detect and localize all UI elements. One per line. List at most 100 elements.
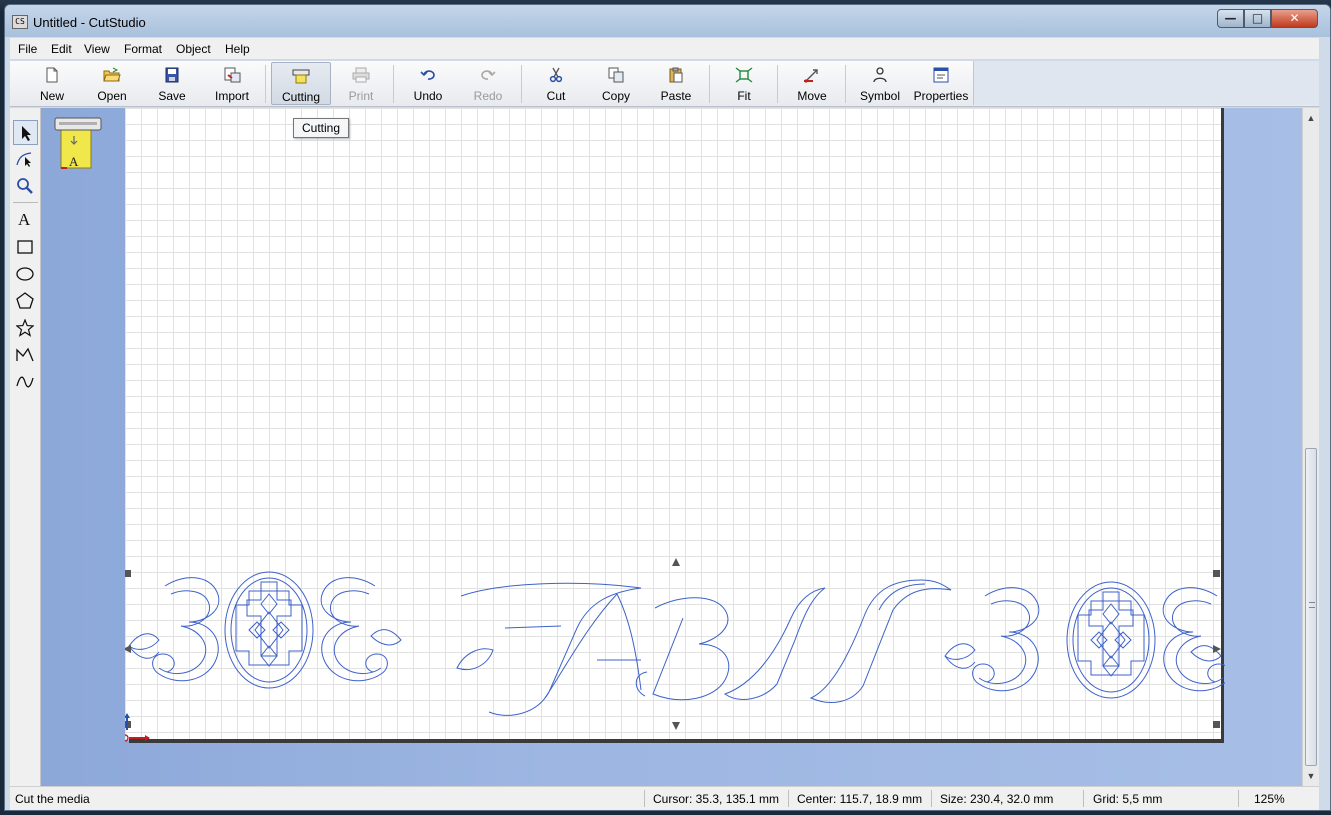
toolbar-separator [709, 65, 710, 103]
ellipse-tool[interactable] [13, 262, 38, 287]
save-disk-icon [165, 67, 179, 83]
menu-view[interactable]: View [84, 42, 110, 56]
new-button[interactable]: New [27, 62, 77, 105]
menu-help[interactable]: Help [225, 42, 250, 56]
window-title: Untitled - CutStudio [33, 15, 146, 30]
move-button[interactable]: Move [787, 62, 837, 105]
import-button[interactable]: Import [207, 62, 257, 105]
status-size: Size: 230.4, 32.0 mm [940, 792, 1054, 806]
import-icon [224, 67, 241, 83]
move-label: Move [797, 89, 827, 103]
scroll-down-arrow[interactable]: ▼ [1303, 768, 1319, 784]
curve-tool[interactable] [13, 370, 38, 395]
print-button[interactable]: Print [336, 62, 386, 105]
menu-format[interactable]: Format [124, 42, 162, 56]
polyline-icon [16, 347, 34, 362]
status-divider [931, 790, 932, 807]
open-label: Open [97, 89, 127, 103]
vertical-scrollbar[interactable]: ▲ ▼ [1302, 108, 1319, 786]
new-document-icon [46, 67, 58, 83]
left-ornament[interactable] [128, 571, 402, 689]
app-icon[interactable]: CS [12, 15, 28, 29]
menu-bar: File Edit View Format Object Help [10, 38, 1319, 60]
cut-button[interactable]: Cut [531, 62, 581, 105]
fit-button[interactable]: Fit [719, 62, 769, 105]
svg-text:A: A [69, 154, 79, 169]
curve-icon [16, 376, 34, 388]
right-ornament[interactable] [944, 581, 1225, 699]
cutter-icon [292, 69, 310, 84]
undo-icon [420, 70, 435, 80]
new-label: New [39, 89, 64, 103]
copy-button[interactable]: Copy [591, 62, 641, 105]
import-label: Import [214, 89, 249, 103]
status-divider [644, 790, 645, 807]
text-tool[interactable]: A [13, 208, 38, 233]
paste-button[interactable]: Paste [651, 62, 701, 105]
paste-icon [669, 67, 683, 83]
rectangle-tool[interactable] [13, 235, 38, 260]
redo-button[interactable]: Redo [463, 62, 513, 105]
toolbar-separator [845, 65, 846, 103]
magnifier-icon [17, 178, 33, 194]
symbol-icon [873, 67, 887, 83]
artwork-layer[interactable] [125, 108, 1225, 748]
redo-label: Redo [473, 89, 503, 103]
polygon-tool[interactable] [13, 289, 38, 314]
cutting-tooltip: Cutting [293, 118, 349, 138]
properties-label: Properties [913, 89, 969, 103]
print-label: Print [348, 89, 374, 103]
status-divider [788, 790, 789, 807]
status-bar: Cut the media Cursor: 35.3, 135.1 mm Cen… [10, 786, 1319, 810]
text-a-icon: A [18, 210, 31, 229]
undo-button[interactable]: Undo [403, 62, 453, 105]
properties-button[interactable]: Properties [911, 62, 971, 105]
title-bar[interactable]: CS Untitled - CutStudio — □ ✕ [5, 5, 1330, 37]
scroll-up-arrow[interactable]: ▲ [1303, 110, 1319, 126]
status-grid: Grid: 5,5 mm [1093, 792, 1163, 806]
cutting-label: Cutting [281, 90, 321, 104]
edit-points-tool[interactable] [13, 147, 38, 172]
redo-icon [481, 70, 496, 80]
status-message: Cut the media [15, 792, 90, 806]
app-window: CS Untitled - CutStudio — □ ✕ File Edit … [4, 4, 1331, 811]
move-icon [804, 69, 818, 83]
save-button[interactable]: Save [147, 62, 197, 105]
copy-label: Copy [601, 89, 630, 103]
status-divider [1238, 790, 1239, 807]
scroll-grip-icon [1309, 602, 1315, 608]
menu-edit[interactable]: Edit [51, 42, 72, 56]
cutting-button[interactable]: Cutting [271, 62, 331, 105]
status-cursor: Cursor: 35.3, 135.1 mm [653, 792, 780, 806]
close-button[interactable]: ✕ [1271, 9, 1318, 28]
toolbox-separator [13, 202, 38, 203]
star-tool[interactable] [13, 316, 38, 341]
paste-label: Paste [660, 89, 692, 103]
rectangle-icon [17, 240, 33, 254]
symbol-button[interactable]: Symbol [853, 62, 907, 105]
undo-label: Undo [413, 89, 443, 103]
menu-file[interactable]: File [18, 42, 37, 56]
menu-object[interactable]: Object [176, 42, 211, 56]
printer-icon [352, 67, 370, 83]
toolbar-separator [393, 65, 394, 103]
cutter-machine-icon[interactable]: A [53, 114, 103, 172]
main-toolbar: New Open Save Import Cutting Print Undo [10, 61, 1319, 107]
scroll-thumb[interactable] [1305, 448, 1317, 766]
select-tool[interactable] [13, 120, 38, 145]
polyline-tool[interactable] [13, 343, 38, 368]
drawing-workarea[interactable]: A [41, 108, 1302, 786]
drawing-toolbox: A [10, 108, 41, 786]
arrow-pointer-icon [22, 126, 31, 141]
toolbar-separator [521, 65, 522, 103]
node-edit-icon [16, 152, 32, 167]
lettering-fabit[interactable] [456, 579, 952, 716]
maximize-button[interactable]: □ [1244, 9, 1271, 28]
toolbar-separator [777, 65, 778, 103]
cut-label: Cut [546, 89, 566, 103]
zoom-tool[interactable] [13, 174, 38, 199]
open-button[interactable]: Open [87, 62, 137, 105]
toolbar-separator [265, 65, 266, 103]
minimize-button[interactable]: — [1217, 9, 1244, 28]
symbol-label: Symbol [859, 89, 900, 103]
